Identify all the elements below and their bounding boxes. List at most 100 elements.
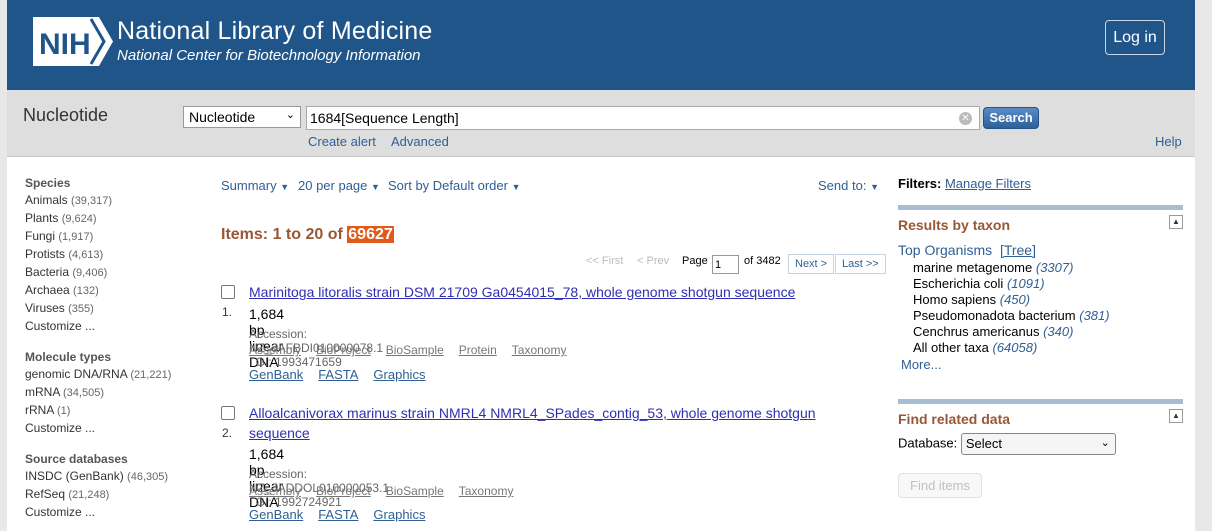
caret-down-icon: ▼ — [870, 182, 879, 192]
page-label: Page — [682, 255, 708, 267]
facet-heading: Source databases — [25, 452, 128, 466]
bioproject-link[interactable]: BioProject — [316, 343, 371, 357]
nih-title: National Library of Medicine — [117, 17, 433, 45]
fasta-link[interactable]: FASTA — [318, 367, 358, 382]
prev-page-link: < Prev — [637, 255, 670, 267]
taxon-item[interactable]: All other taxa (64058) — [913, 340, 1183, 356]
result-number: 1. — [222, 305, 233, 319]
nih-subtitle: National Center for Biotechnology Inform… — [117, 47, 421, 64]
taxon-item[interactable]: Escherichia coli (1091) — [913, 276, 1183, 292]
related-db-row: Database: Select ⌄ — [898, 433, 1183, 455]
results-total: 69627 — [347, 226, 394, 243]
taxonomy-link[interactable]: Taxonomy — [512, 343, 567, 357]
genbank-link[interactable]: GenBank — [249, 507, 303, 522]
collapse-icon[interactable]: ▲ — [1169, 215, 1183, 229]
last-page-button[interactable]: Last >> — [835, 254, 886, 274]
assembly-link[interactable]: Assembly — [249, 343, 301, 357]
top-organisms-link[interactable]: Top Organisms — [898, 242, 992, 258]
facet-item[interactable]: genomic DNA/RNA (21,221) — [25, 368, 205, 386]
search-query: 1684[Sequence Length] — [310, 110, 459, 126]
caret-down-icon: ▼ — [280, 182, 290, 192]
advanced-link[interactable]: Advanced — [391, 134, 449, 149]
assembly-link[interactable]: Assembly — [249, 484, 301, 498]
first-page-link: << First — [586, 255, 624, 267]
facet-item[interactable]: rRNA (1) — [25, 404, 205, 422]
facet-item[interactable]: INSDC (GenBank) (46,305) — [25, 470, 205, 488]
result-format-links: GenBank FASTA Graphics — [249, 367, 440, 382]
taxon-item[interactable]: Pseudomonadota bacterium (381) — [913, 308, 1183, 324]
customize-link[interactable]: Customize ... — [25, 422, 205, 440]
find-items-button[interactable]: Find items — [898, 473, 982, 498]
facet-species: Species Animals (39,317) Plants (9,624) … — [25, 176, 205, 338]
facet-molecule-types: Molecule types genomic DNA/RNA (21,221) … — [25, 350, 205, 440]
taxon-list: marine metagenome (3307) Escherichia col… — [913, 260, 1183, 356]
facet-item[interactable]: RefSeq (21,248) — [25, 488, 205, 506]
more-taxa-link[interactable]: More... — [901, 357, 1183, 372]
result-title-link[interactable]: Alloalcanivorax marinus strain NMRL4 NMR… — [249, 403, 859, 443]
search-input[interactable]: 1684[Sequence Length] ✕ — [306, 106, 980, 130]
facet-item[interactable]: Plants (9,624) — [25, 212, 205, 230]
genbank-link[interactable]: GenBank — [249, 367, 303, 382]
create-alert-link[interactable]: Create alert — [308, 134, 376, 149]
caret-down-icon: ▼ — [371, 182, 380, 192]
database-select[interactable]: Nucleotide ⌄ — [183, 106, 301, 128]
related-portlet-title: Find related data ▲ — [898, 409, 1183, 431]
result-number: 2. — [222, 426, 233, 440]
taxon-item[interactable]: Homo sapiens (450) — [913, 292, 1183, 308]
related-database-select[interactable]: Select ⌄ — [960, 433, 1116, 455]
protein-link[interactable]: Protein — [459, 343, 497, 357]
facet-source-databases: Source databases INSDC (GenBank) (46,305… — [25, 452, 205, 524]
chevron-down-icon: ⌄ — [285, 109, 295, 121]
login-button[interactable]: Log in — [1105, 20, 1165, 55]
help-link[interactable]: Help — [1155, 134, 1182, 149]
taxonomy-link[interactable]: Taxonomy — [459, 484, 514, 498]
taxon-portlet-title: Results by taxon ▲ — [898, 215, 1183, 237]
send-to-dropdown[interactable]: Send to: ▼ — [818, 178, 879, 193]
facet-item[interactable]: mRNA (34,505) — [25, 386, 205, 404]
graphics-link[interactable]: Graphics — [373, 507, 425, 522]
result-checkbox[interactable] — [221, 285, 235, 299]
summary-dropdown[interactable]: Summary ▼ — [221, 178, 289, 193]
nih-logo[interactable]: NIH — [33, 17, 113, 66]
right-column: Filters: Manage Filters Results by taxon… — [898, 176, 1183, 498]
manage-filters-link[interactable]: Manage Filters — [945, 176, 1031, 191]
database-select-value: Nucleotide — [189, 109, 256, 125]
collapse-icon[interactable]: ▲ — [1169, 409, 1183, 423]
facet-heading: Species — [25, 176, 71, 190]
facet-item[interactable]: Archaea (132) — [25, 284, 205, 302]
search-button[interactable]: Search — [983, 107, 1039, 129]
result-title-link[interactable]: Marinitoga litoralis strain DSM 21709 Ga… — [249, 282, 859, 302]
facet-item[interactable]: Bacteria (9,406) — [25, 266, 205, 284]
nih-header: NIH National Library of Medicine Nationa… — [7, 0, 1195, 90]
nih-logo-text: NIH — [39, 28, 91, 61]
next-page-button[interactable]: Next > — [788, 254, 835, 274]
facet-item[interactable]: Viruses (355) — [25, 302, 205, 320]
page-number-input[interactable] — [712, 255, 739, 274]
sort-dropdown[interactable]: Sort by Default order ▼ — [388, 178, 521, 193]
biosample-link[interactable]: BioSample — [386, 343, 444, 357]
facet-heading: Molecule types — [25, 350, 112, 364]
result-checkbox[interactable] — [221, 406, 235, 420]
results-count: Items: 1 to 20 of 69627 — [221, 226, 394, 243]
biosample-link[interactable]: BioSample — [386, 484, 444, 498]
browser-frame: NIH National Library of Medicine Nationa… — [0, 0, 1212, 531]
facet-item[interactable]: Animals (39,317) — [25, 194, 205, 212]
taxon-item[interactable]: Cenchrus americanus (340) — [913, 324, 1183, 340]
clear-icon[interactable]: ✕ — [959, 112, 972, 125]
portlet-divider — [898, 399, 1183, 404]
page-count: of 3482 — [744, 255, 781, 267]
graphics-link[interactable]: Graphics — [373, 367, 425, 382]
taxon-item[interactable]: marine metagenome (3307) — [913, 260, 1183, 276]
search-bar: Nucleotide Nucleotide ⌄ 1684[Sequence Le… — [7, 90, 1195, 157]
fasta-link[interactable]: FASTA — [318, 507, 358, 522]
customize-link[interactable]: Customize ... — [25, 506, 205, 524]
caret-down-icon: ▼ — [511, 182, 521, 192]
facet-item[interactable]: Protists (4,613) — [25, 248, 205, 266]
customize-link[interactable]: Customize ... — [25, 320, 205, 338]
bioproject-link[interactable]: BioProject — [316, 484, 371, 498]
facet-item[interactable]: Fungi (1,917) — [25, 230, 205, 248]
tree-link[interactable]: [Tree] — [1000, 242, 1036, 258]
per-page-dropdown[interactable]: 20 per page ▼ — [298, 178, 380, 193]
facet-sidebar: Species Animals (39,317) Plants (9,624) … — [25, 176, 205, 531]
chevron-down-icon: ⌄ — [1100, 437, 1110, 449]
